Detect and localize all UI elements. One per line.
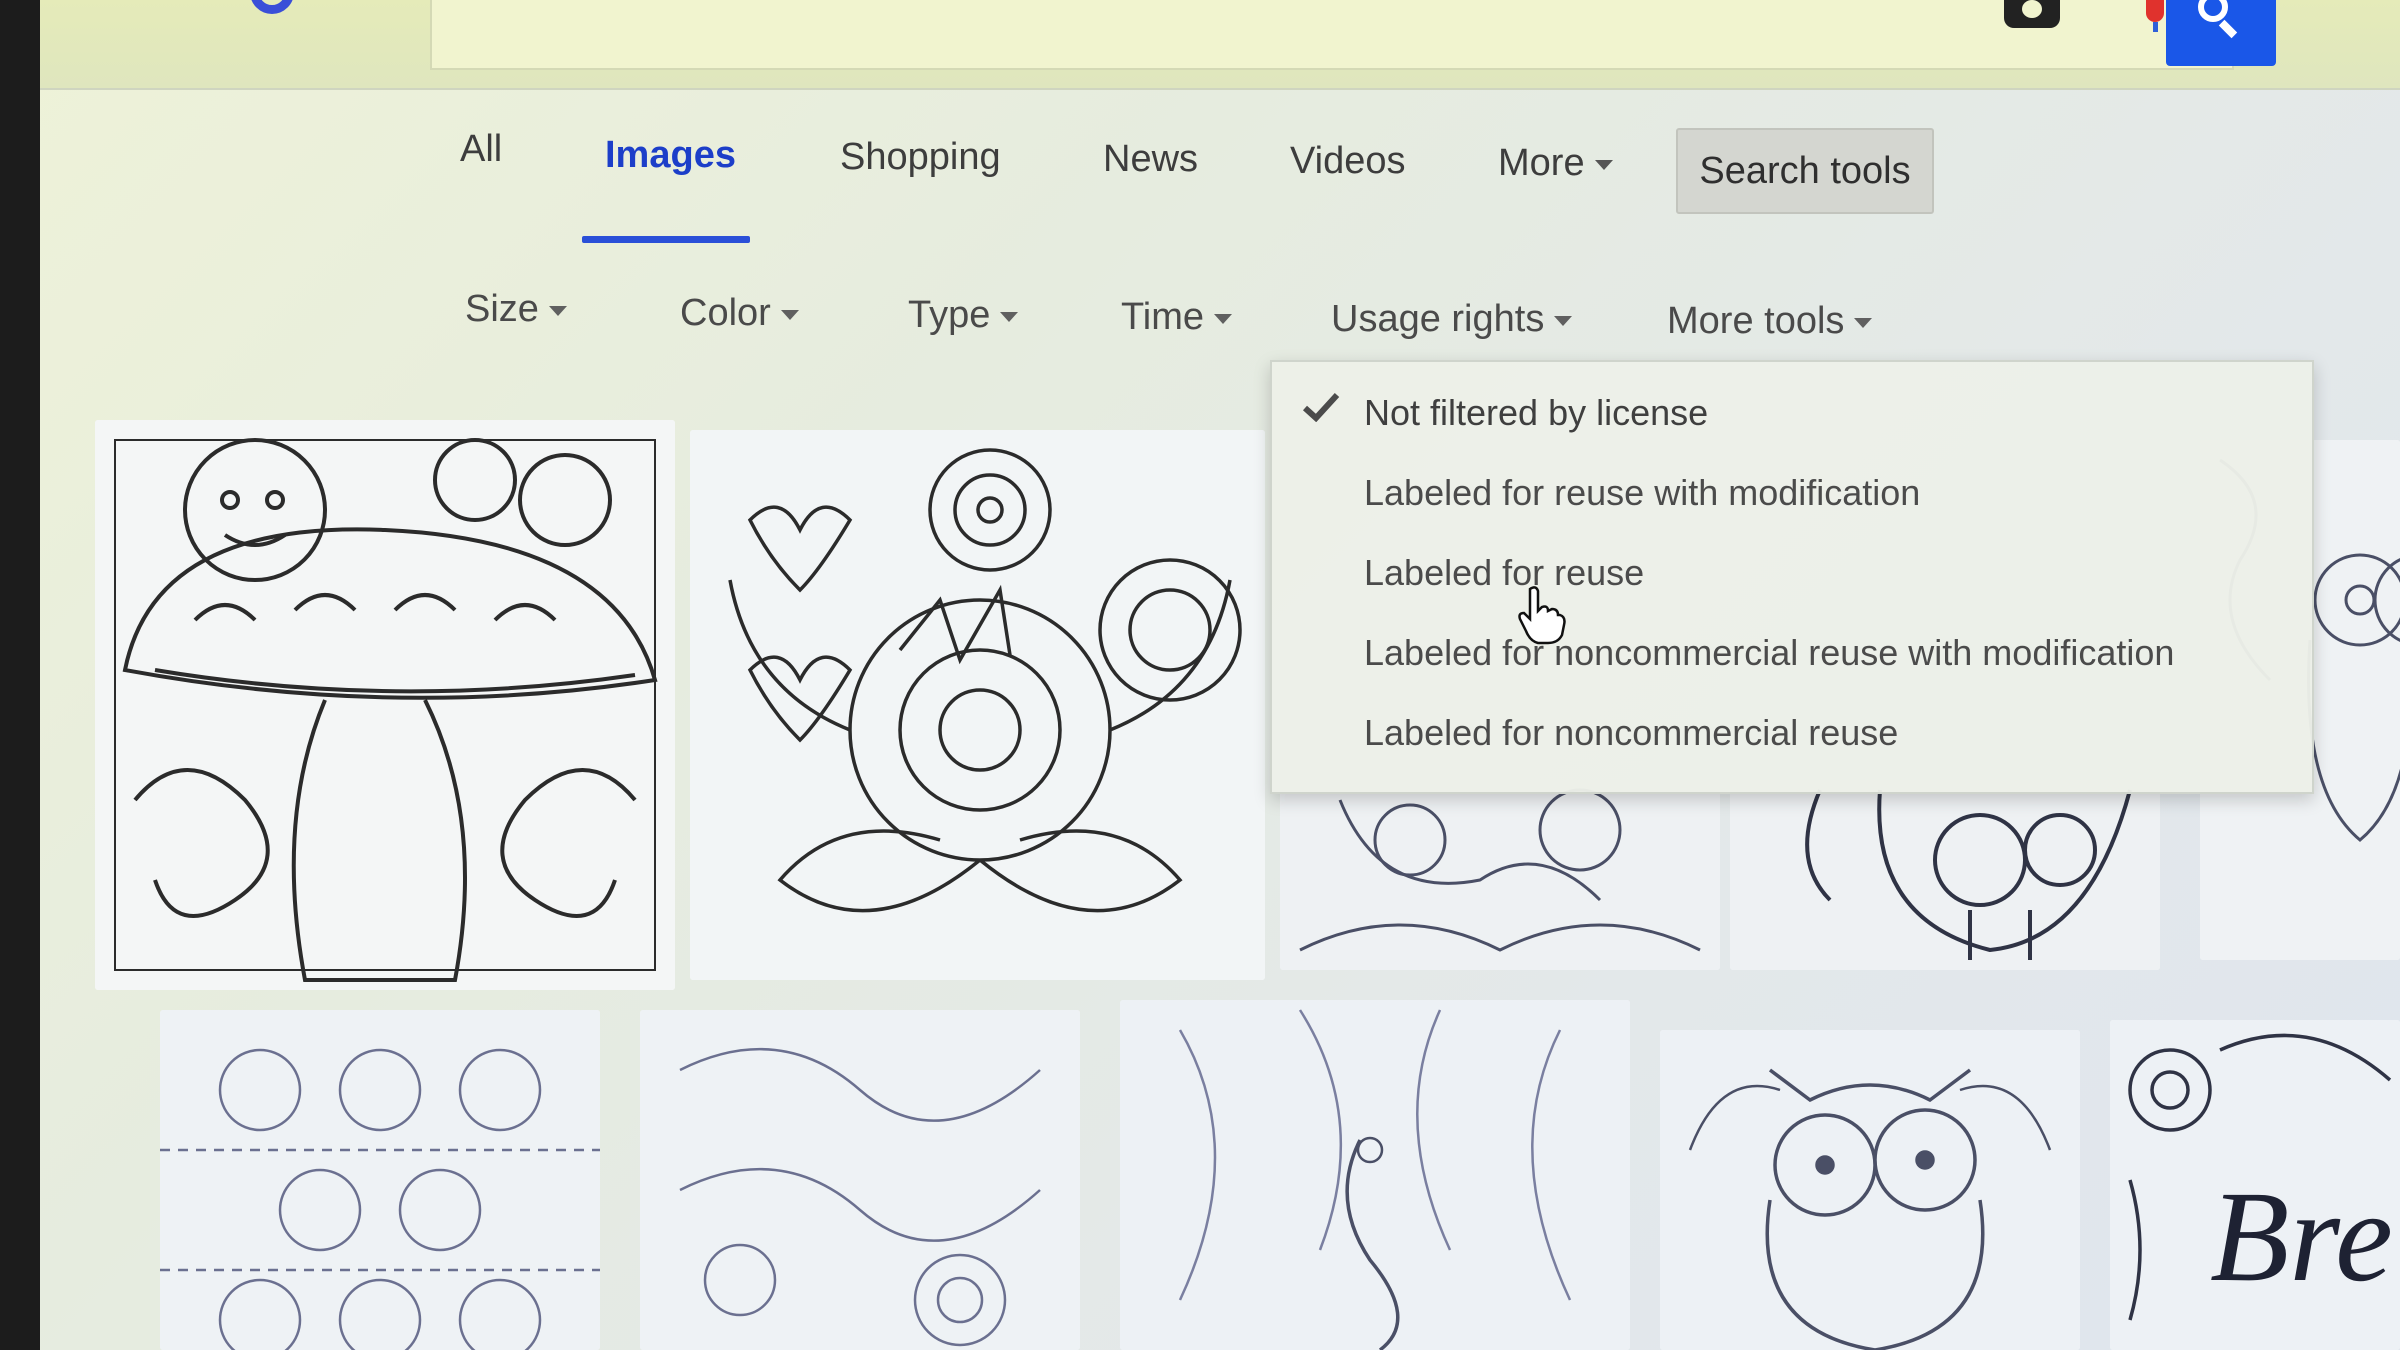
color-filter[interactable]: Color xyxy=(680,292,799,335)
check-icon xyxy=(1302,392,1340,422)
tab-videos[interactable]: Videos xyxy=(1290,140,1406,183)
image-result-peacock[interactable] xyxy=(1120,1000,1630,1350)
breathe-caption: Bre xyxy=(2210,1165,2393,1309)
tab-more[interactable]: More xyxy=(1498,142,1613,185)
mushroom-coloring-image xyxy=(95,420,675,990)
search-icon xyxy=(2198,0,2228,22)
tab-shopping[interactable]: Shopping xyxy=(840,136,1001,179)
image-result-mushroom[interactable] xyxy=(95,420,675,990)
image-result-pattern-1[interactable] xyxy=(1280,780,1720,970)
flower-coloring-image xyxy=(690,430,1265,980)
image-result-elephant[interactable] xyxy=(1730,780,2160,970)
menu-item-noncommercial[interactable]: Labeled for noncommercial reuse xyxy=(1364,712,1898,754)
active-tab-indicator xyxy=(582,236,750,243)
tab-all[interactable]: All xyxy=(460,128,502,171)
mandala-coloring-image xyxy=(160,1010,600,1350)
more-tools-filter[interactable]: More tools xyxy=(1667,300,1873,343)
tab-images[interactable]: Images xyxy=(605,134,736,177)
search-button[interactable] xyxy=(2166,0,2276,66)
browser-screen: All Images Shopping News Videos More Sea… xyxy=(40,0,2400,1350)
type-filter-label: Type xyxy=(908,294,991,336)
paisley-coloring-image xyxy=(640,1010,1080,1350)
menu-item-not-filtered[interactable]: Not filtered by license xyxy=(1364,392,1708,434)
tab-news[interactable]: News xyxy=(1103,138,1198,181)
owl-coloring-image xyxy=(1660,1030,2080,1350)
peacock-coloring-image xyxy=(1120,1000,1630,1350)
chevron-down-icon xyxy=(1554,315,1573,326)
usage-rights-menu: Not filtered by license Labeled for reus… xyxy=(1270,360,2314,794)
menu-item-reuse-modification[interactable]: Labeled for reuse with modification xyxy=(1364,472,1920,514)
google-logo-icon[interactable] xyxy=(250,0,294,14)
breathe-coloring-image: Bre xyxy=(2110,1020,2400,1350)
size-filter[interactable]: Size xyxy=(465,288,567,331)
time-filter-label: Time xyxy=(1121,296,1205,338)
menu-item-noncommercial-modification[interactable]: Labeled for noncommercial reuse with mod… xyxy=(1364,632,2174,674)
image-result-breathe[interactable]: Bre xyxy=(2110,1020,2400,1350)
chevron-down-icon xyxy=(548,305,567,316)
chevron-down-icon xyxy=(1000,311,1019,322)
time-filter[interactable]: Time xyxy=(1121,296,1233,339)
tab-more-label: More xyxy=(1498,142,1585,184)
elephant-coloring-image xyxy=(1730,780,2160,970)
search-type-tabs: All Images Shopping News Videos More Sea… xyxy=(40,110,2400,250)
image-result-flower[interactable] xyxy=(690,430,1265,980)
pattern-coloring-image-1 xyxy=(1280,780,1720,970)
chevron-down-icon xyxy=(780,309,799,320)
size-filter-label: Size xyxy=(465,288,539,330)
camera-icon[interactable] xyxy=(2004,0,2060,28)
menu-item-reuse[interactable]: Labeled for reuse xyxy=(1364,552,1644,594)
chevron-down-icon xyxy=(1214,313,1233,324)
image-result-mandala[interactable] xyxy=(160,1010,600,1350)
search-tools-button[interactable]: Search tools xyxy=(1676,128,1934,214)
search-input[interactable] xyxy=(430,0,2234,70)
chevron-down-icon xyxy=(1594,159,1613,170)
chevron-down-icon xyxy=(1854,317,1873,328)
color-filter-label: Color xyxy=(680,292,771,334)
usage-rights-filter-label: Usage rights xyxy=(1331,298,1545,340)
more-tools-filter-label: More tools xyxy=(1667,300,1845,342)
type-filter[interactable]: Type xyxy=(908,294,1019,337)
image-result-paisley[interactable] xyxy=(640,1010,1080,1350)
usage-rights-filter[interactable]: Usage rights xyxy=(1331,298,1573,341)
search-header xyxy=(40,0,2400,90)
image-result-owl[interactable] xyxy=(1660,1030,2080,1350)
hand-pointer-icon xyxy=(1518,586,1566,645)
search-tools-row: Size Color Type Time Usage rights More t… xyxy=(40,280,2400,350)
